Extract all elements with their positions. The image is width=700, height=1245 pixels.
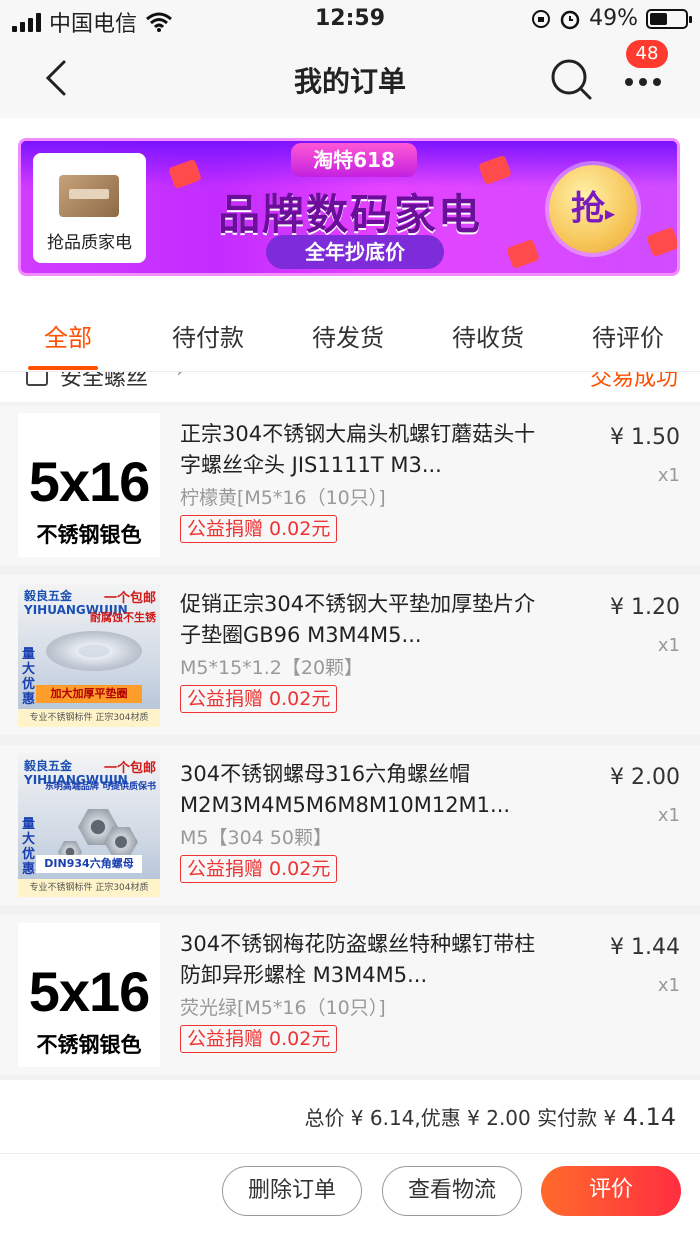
banner-grab-label: 抢: [570, 189, 605, 229]
thumb-bottom-text: DIN934六角螺母: [36, 855, 142, 873]
banner-subline: 全年抄底价: [266, 235, 444, 269]
order-item[interactable]: 毅良五金 YIHUANGWUJIN 一个包邮 耐腐蚀不生锈 量大优惠 加大加厚平…: [0, 575, 700, 735]
order-actions: 删除订单 查看物流 评价: [0, 1154, 700, 1245]
coin-decoration: [646, 226, 677, 258]
store-header[interactable]: 安全螺丝 › 交易成功: [0, 372, 700, 402]
item-thumbnail: 5x16 不锈钢银色: [18, 413, 160, 557]
banner-grab-button[interactable]: 抢▸: [549, 165, 637, 253]
item-thumbnail: 5x16 不锈钢银色: [18, 923, 160, 1067]
thumb-color-text: 不锈钢银色: [36, 523, 142, 547]
store-name: 安全螺丝: [60, 372, 149, 391]
item-sku: M5*15*1.2【20颗】: [180, 657, 364, 679]
item-price: ¥ 1.50: [610, 425, 680, 450]
order-item[interactable]: 5x16 不锈钢银色 304不锈钢梅花防盗螺丝特种螺钉带柱防卸异形螺栓 M3M4…: [0, 915, 700, 1075]
thumb-size-text: 5x16: [28, 450, 151, 513]
charity-badge: 公益捐赠 0.02元: [180, 1025, 338, 1053]
thumb-foot-text: 专业不锈钢标件 正宗304材质: [18, 709, 160, 727]
thumb-size-text: 5x16: [28, 960, 151, 1023]
status-bar: 中国电信 12:59 49%: [0, 0, 700, 40]
thumb-feature: 东明高端品牌 可提供质保书: [44, 782, 156, 792]
banner-section: 抢品质家电 淘特618 品牌数码家电 全年抄底价 抢▸: [0, 118, 700, 288]
alarm-icon: [560, 10, 580, 29]
battery-icon: [646, 8, 692, 29]
store-icon: [26, 372, 48, 386]
item-price: ¥ 1.20: [610, 595, 680, 620]
thumb-feature: 耐腐蚀不生锈: [90, 611, 156, 624]
washer-image: [46, 631, 142, 671]
item-thumbnail: 毅良五金 YIHUANGWUJIN 一个包邮 东明高端品牌 可提供质保书 量大优…: [18, 753, 160, 897]
item-title: 正宗304不锈钢大扁头机螺钉蘑菇头十字螺丝伞头 JIS1111T M3...: [180, 422, 536, 477]
chevron-right-icon: ›: [176, 372, 185, 383]
order-tabs: 全部 待付款 待发货 待收货 待评价: [0, 288, 700, 372]
item-price: ¥ 2.00: [610, 765, 680, 790]
product-box-image: [59, 175, 119, 217]
banner-event-tag: 淘特618: [291, 143, 417, 177]
view-logistics-button[interactable]: 查看物流: [382, 1166, 522, 1216]
charity-badge: 公益捐赠 0.02元: [180, 855, 338, 883]
item-sku: M5【304 50颗】: [180, 827, 332, 849]
page-title: 我的订单: [293, 65, 406, 98]
tab-pending-payment[interactable]: 待付款: [172, 318, 244, 353]
status-right: 49%: [531, 6, 692, 31]
thumb-color-text: 不锈钢银色: [36, 1033, 142, 1057]
promo-banner[interactable]: 抢品质家电 淘特618 品牌数码家电 全年抄底价 抢▸: [18, 138, 680, 276]
review-button[interactable]: 评价: [541, 1166, 681, 1216]
item-quantity: x1: [657, 465, 680, 486]
charity-badge: 公益捐赠 0.02元: [180, 515, 338, 543]
thumb-bottom-text: 加大加厚平垫圈: [36, 685, 142, 703]
banner-headline: 品牌数码家电: [217, 190, 482, 239]
item-title: 304不锈钢螺母316六角螺丝帽 M2M3M4M5M6M8M10M12M1...: [180, 762, 511, 817]
tab-all[interactable]: 全部: [44, 318, 92, 353]
delete-order-button[interactable]: 删除订单: [222, 1166, 362, 1216]
item-quantity: x1: [657, 805, 680, 826]
tab-pending-review[interactable]: 待评价: [592, 318, 664, 353]
totals-summary: 总价 ¥ 6.14,优惠 ¥ 2.00 实付款 ¥ 4.14: [304, 1102, 676, 1131]
item-price: ¥ 1.44: [610, 935, 680, 960]
item-quantity: x1: [657, 975, 680, 996]
item-title: 促销正宗304不锈钢大平垫加厚垫片介子垫圈GB96 M3M4M5...: [180, 592, 536, 647]
tab-pending-receipt[interactable]: 待收货: [452, 318, 524, 353]
order-item[interactable]: 毅良五金 YIHUANGWUJIN 一个包邮 东明高端品牌 可提供质保书 量大优…: [0, 745, 700, 905]
charity-badge: 公益捐赠 0.02元: [180, 685, 338, 713]
thumb-promo: 一个包邮: [103, 591, 156, 606]
nav-bar: 我的订单 48: [0, 40, 700, 118]
totals-label: 总价 ¥ 6.14,优惠 ¥ 2.00 实付款 ¥: [304, 1106, 623, 1130]
order-item[interactable]: 5x16 不锈钢银色 正宗304不锈钢大扁头机螺钉蘑菇头十字螺丝伞头 JIS11…: [0, 405, 700, 565]
item-quantity: x1: [657, 635, 680, 656]
tab-pending-shipment[interactable]: 待发货: [312, 318, 384, 353]
item-title: 304不锈钢梅花防盗螺丝特种螺钉带柱防卸异形螺栓 M3M4M5...: [180, 932, 536, 987]
battery-fill: [650, 12, 667, 25]
banner-card-label: 抢品质家电: [47, 233, 132, 253]
play-icon: ▸: [604, 201, 616, 225]
thumb-promo: 一个包邮: [103, 761, 156, 776]
message-count-badge: 48: [626, 40, 668, 68]
coin-decoration: [506, 238, 540, 270]
order-status: 交易成功: [589, 372, 678, 391]
search-icon[interactable]: [548, 56, 594, 102]
item-sku: 柠檬黄[M5*16（10只）]: [180, 487, 386, 509]
battery-percent: 49%: [589, 6, 638, 31]
item-thumbnail: 毅良五金 YIHUANGWUJIN 一个包邮 耐腐蚀不生锈 量大优惠 加大加厚平…: [18, 583, 160, 727]
banner-product-card[interactable]: 抢品质家电: [33, 153, 146, 263]
tab-active-indicator: [28, 366, 98, 370]
paid-amount: 4.14: [622, 1103, 676, 1131]
thumb-foot-text: 专业不锈钢标件 正宗304材质: [18, 879, 160, 897]
order-totals: 总价 ¥ 6.14,优惠 ¥ 2.00 实付款 ¥ 4.14: [0, 1080, 700, 1154]
item-sku: 荧光绿[M5*16（10只）]: [180, 997, 386, 1019]
rotation-lock-icon: [532, 9, 551, 28]
